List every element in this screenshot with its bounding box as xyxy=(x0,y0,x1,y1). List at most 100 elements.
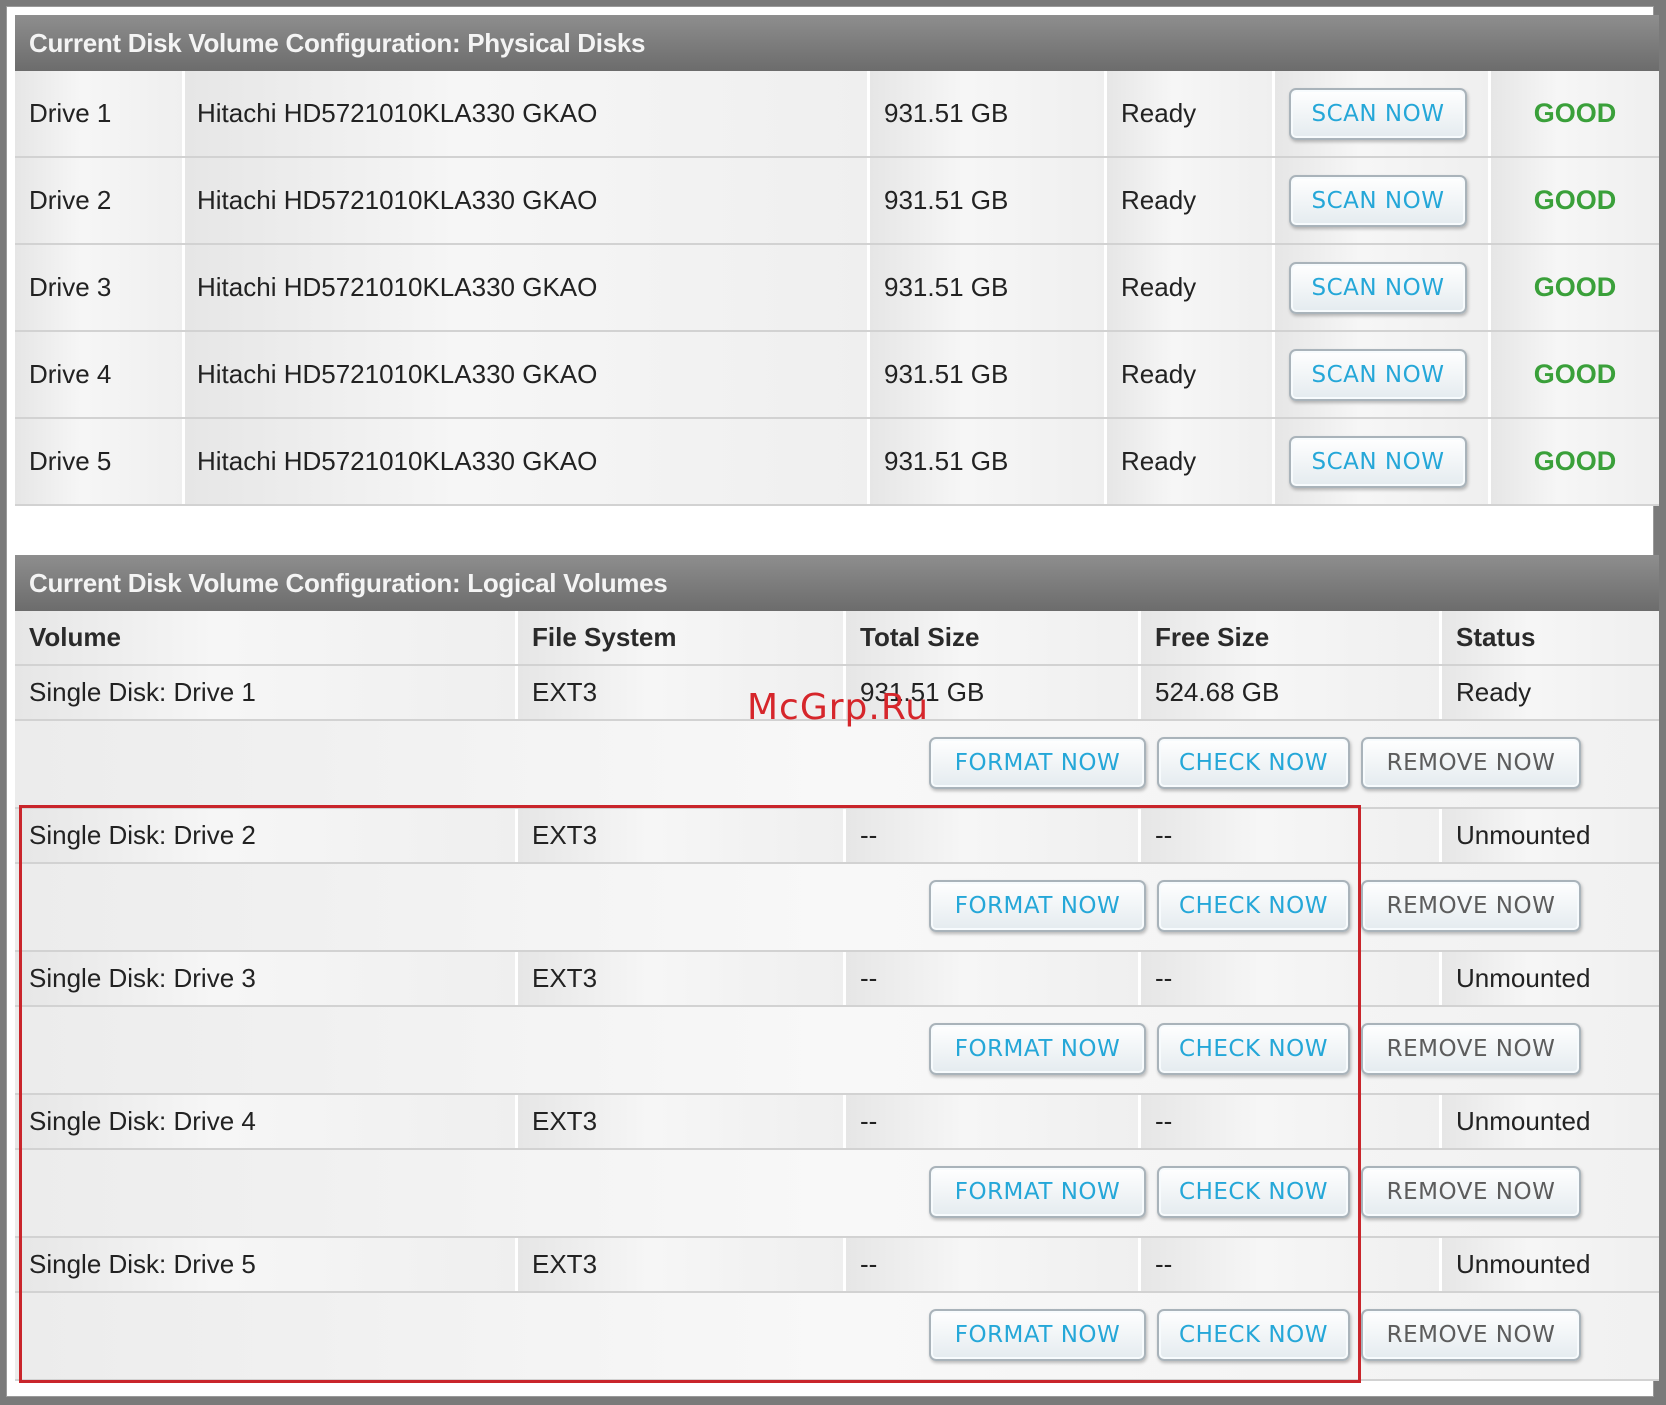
volume-total-size: -- xyxy=(846,1095,1141,1148)
drive-health-cell: GOOD xyxy=(1491,419,1659,504)
volume-file-system: EXT3 xyxy=(518,1095,846,1148)
drive-health-cell: GOOD xyxy=(1491,158,1659,243)
drive-size: 931.51 GB xyxy=(870,419,1107,504)
physical-disk-row: Drive 5 Hitachi HD5721010KLA330 GKAO 931.5… xyxy=(15,419,1659,506)
column-header-file-system: File System xyxy=(518,611,846,664)
scan-now-button[interactable]: SCAN NOW xyxy=(1289,435,1467,488)
physical-disks-table: Drive 1 Hitachi HD5721010KLA330 GKAO 931.5… xyxy=(15,71,1659,506)
scan-now-button[interactable]: SCAN NOW xyxy=(1289,348,1467,401)
logical-volume-row: Single Disk: Drive 2 EXT3 -- -- Unmounted xyxy=(15,809,1659,864)
drive-health-cell: GOOD xyxy=(1491,71,1659,156)
drive-health-status: GOOD xyxy=(1533,98,1617,128)
drive-state: Ready xyxy=(1107,71,1275,156)
drive-model: Hitachi HD5721010KLA330 GKAO xyxy=(185,245,870,330)
drive-size: 931.51 GB xyxy=(870,332,1107,417)
volume-name: Single Disk: Drive 3 xyxy=(15,952,518,1005)
drive-action-cell: SCAN NOW xyxy=(1275,158,1491,243)
volume-name: Single Disk: Drive 4 xyxy=(15,1095,518,1148)
drive-state: Ready xyxy=(1107,158,1275,243)
format-now-button[interactable]: FORMAT NOW xyxy=(929,1166,1146,1218)
volume-actions-row: FORMAT NOW CHECK NOW REMOVE NOW xyxy=(15,864,1659,952)
volume-status: Unmounted xyxy=(1442,952,1659,1005)
volume-status: Unmounted xyxy=(1442,1238,1659,1291)
volume-actions-row: FORMAT NOW CHECK NOW REMOVE NOW xyxy=(15,1150,1659,1238)
volume-total-size: -- xyxy=(846,809,1141,862)
logical-volumes-table: Single Disk: Drive 1 EXT3 931.51 GB 524.68 … xyxy=(15,666,1659,1381)
volume-total-size: -- xyxy=(846,1238,1141,1291)
remove-now-button[interactable]: REMOVE NOW xyxy=(1361,737,1581,789)
volume-status: Ready xyxy=(1442,666,1659,719)
check-now-button[interactable]: CHECK NOW xyxy=(1157,1023,1350,1075)
column-header-total-size: Total Size xyxy=(846,611,1141,664)
volume-name: Single Disk: Drive 5 xyxy=(15,1238,518,1291)
drive-action-cell: SCAN NOW xyxy=(1275,71,1491,156)
physical-disk-row: Drive 1 Hitachi HD5721010KLA330 GKAO 931.5… xyxy=(15,71,1659,158)
remove-now-button[interactable]: REMOVE NOW xyxy=(1361,1023,1581,1075)
physical-disk-row: Drive 2 Hitachi HD5721010KLA330 GKAO 931.5… xyxy=(15,158,1659,245)
drive-action-cell: SCAN NOW xyxy=(1275,332,1491,417)
drive-state: Ready xyxy=(1107,419,1275,504)
drive-name: Drive 4 xyxy=(15,332,185,417)
drive-size: 931.51 GB xyxy=(870,71,1107,156)
disk-configuration-page: ✲ Current Disk Volume Configuration: Phy… xyxy=(6,6,1659,1397)
volume-free-size: -- xyxy=(1141,1095,1442,1148)
volume-actions-row: FORMAT NOW CHECK NOW REMOVE NOW xyxy=(15,1007,1659,1095)
volume-total-size: -- xyxy=(846,952,1141,1005)
logical-volume-row: Single Disk: Drive 5 EXT3 -- -- Unmounted xyxy=(15,1238,1659,1293)
volume-file-system: EXT3 xyxy=(518,1238,846,1291)
drive-size: 931.51 GB xyxy=(870,245,1107,330)
scan-now-button[interactable]: SCAN NOW xyxy=(1289,87,1467,140)
volume-actions-row: FORMAT NOW CHECK NOW REMOVE NOW xyxy=(15,1293,1659,1381)
volume-name: Single Disk: Drive 2 xyxy=(15,809,518,862)
format-now-button[interactable]: FORMAT NOW xyxy=(929,1023,1146,1075)
remove-now-button[interactable]: REMOVE NOW xyxy=(1361,1166,1581,1218)
drive-model: Hitachi HD5721010KLA330 GKAO xyxy=(185,332,870,417)
remove-now-button[interactable]: REMOVE NOW xyxy=(1361,880,1581,932)
format-now-button[interactable]: FORMAT NOW xyxy=(929,880,1146,932)
drive-name: Drive 5 xyxy=(15,419,185,504)
drive-action-cell: SCAN NOW xyxy=(1275,245,1491,330)
volume-status: Unmounted xyxy=(1442,1095,1659,1148)
drive-health-status: GOOD xyxy=(1533,359,1617,389)
check-now-button[interactable]: CHECK NOW xyxy=(1157,1309,1350,1361)
column-header-free-size: Free Size xyxy=(1141,611,1442,664)
drive-health-status: GOOD xyxy=(1533,446,1617,476)
column-header-volume: Volume xyxy=(15,611,518,664)
drive-name: Drive 2 xyxy=(15,158,185,243)
drive-health-cell: GOOD xyxy=(1491,245,1659,330)
watermark: McGrp.Ru xyxy=(747,687,930,728)
check-now-button[interactable]: CHECK NOW xyxy=(1157,737,1350,789)
physical-disk-row: Drive 4 Hitachi HD5721010KLA330 GKAO 931.5… xyxy=(15,332,1659,419)
logical-volumes-title: Current Disk Volume Configuration: Logic… xyxy=(15,555,1659,611)
drive-action-cell: SCAN NOW xyxy=(1275,419,1491,504)
format-now-button[interactable]: FORMAT NOW xyxy=(929,737,1146,789)
drive-state: Ready xyxy=(1107,245,1275,330)
volume-file-system: EXT3 xyxy=(518,809,846,862)
format-now-button[interactable]: FORMAT NOW xyxy=(929,1309,1146,1361)
volume-name: Single Disk: Drive 1 xyxy=(15,666,518,719)
drive-health-status: GOOD xyxy=(1533,185,1617,215)
drive-name: Drive 3 xyxy=(15,245,185,330)
check-now-button[interactable]: CHECK NOW xyxy=(1157,880,1350,932)
volume-free-size: -- xyxy=(1141,952,1442,1005)
drive-name: Drive 1 xyxy=(15,71,185,156)
physical-disk-row: Drive 3 Hitachi HD5721010KLA330 GKAO 931.5… xyxy=(15,245,1659,332)
scan-now-button[interactable]: SCAN NOW xyxy=(1289,174,1467,227)
volume-free-size: -- xyxy=(1141,1238,1442,1291)
drive-health-cell: GOOD xyxy=(1491,332,1659,417)
physical-disks-title: Current Disk Volume Configuration: Physi… xyxy=(15,15,1659,71)
volume-actions-row: FORMAT NOW CHECK NOW REMOVE NOW xyxy=(15,721,1659,809)
drive-model: Hitachi HD5721010KLA330 GKAO xyxy=(185,419,870,504)
drive-model: Hitachi HD5721010KLA330 GKAO xyxy=(185,71,870,156)
scan-now-button[interactable]: SCAN NOW xyxy=(1289,261,1467,314)
volume-file-system: EXT3 xyxy=(518,952,846,1005)
check-now-button[interactable]: CHECK NOW xyxy=(1157,1166,1350,1218)
remove-now-button[interactable]: REMOVE NOW xyxy=(1361,1309,1581,1361)
volume-free-size: 524.68 GB xyxy=(1141,666,1442,719)
logical-volume-row: Single Disk: Drive 4 EXT3 -- -- Unmounted xyxy=(15,1095,1659,1150)
drive-size: 931.51 GB xyxy=(870,158,1107,243)
drive-health-status: GOOD xyxy=(1533,272,1617,302)
volume-status: Unmounted xyxy=(1442,809,1659,862)
logical-volumes-panel: Current Disk Volume Configuration: Logic… xyxy=(15,555,1659,1381)
physical-disks-panel: Current Disk Volume Configuration: Physi… xyxy=(15,15,1659,506)
